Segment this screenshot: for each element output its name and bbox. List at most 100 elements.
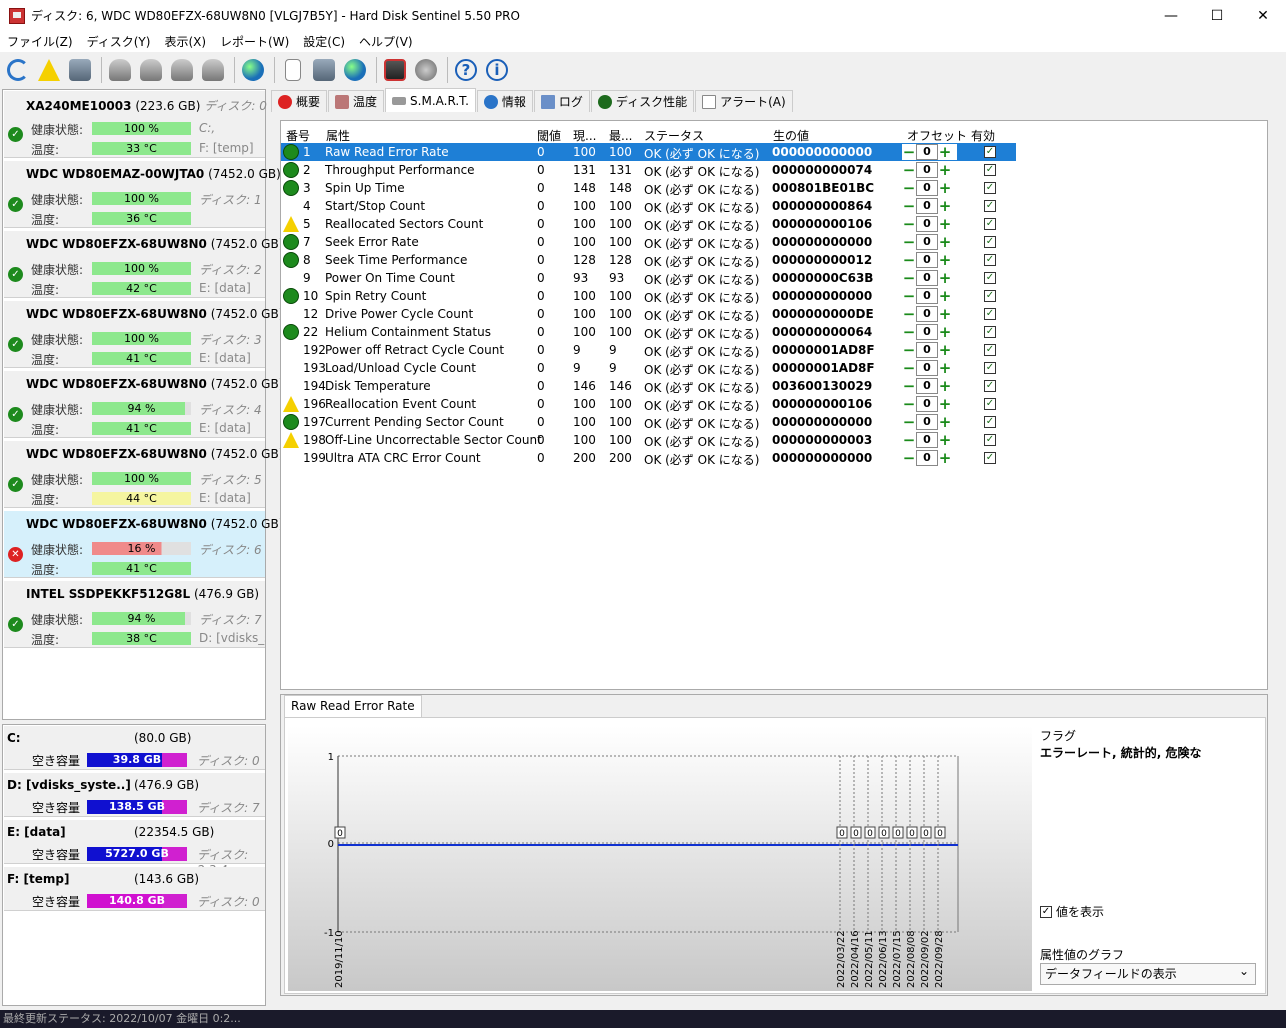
- enabled-checkbox[interactable]: ✓: [984, 308, 996, 320]
- disk-info-button[interactable]: [66, 56, 94, 84]
- offset-plus-button[interactable]: +: [938, 432, 952, 448]
- help-button[interactable]: ?: [452, 56, 480, 84]
- offset-value[interactable]: 0: [916, 180, 938, 196]
- enabled-checkbox[interactable]: ✓: [984, 452, 996, 464]
- enabled-checkbox[interactable]: ✓: [984, 164, 996, 176]
- offset-value[interactable]: 0: [916, 234, 938, 250]
- drive-button-4[interactable]: [199, 56, 227, 84]
- offset-value[interactable]: 0: [916, 450, 938, 466]
- tab-performance[interactable]: ディスク性能: [590, 90, 695, 112]
- disk-card[interactable]: WDC WD80EFZX-68UW8N0 (7452.0 GB) ✓ 健康状態: 1…: [4, 441, 283, 508]
- offset-minus-button[interactable]: −: [902, 396, 916, 412]
- drive-button-2[interactable]: [137, 56, 165, 84]
- offset-plus-button[interactable]: +: [938, 252, 952, 268]
- offset-value[interactable]: 0: [916, 360, 938, 376]
- smart-row[interactable]: 7 Seek Error Rate 0 100 100 OK (必ず OK になる) 000…: [281, 233, 1016, 251]
- smart-row[interactable]: 22 Helium Containment Status 0 100 100 OK (必ず…: [281, 323, 1016, 341]
- enabled-checkbox[interactable]: ✓: [984, 200, 996, 212]
- offset-minus-button[interactable]: −: [902, 324, 916, 340]
- offset-value[interactable]: 0: [916, 270, 938, 286]
- offset-plus-button[interactable]: +: [938, 306, 952, 322]
- col-enabled[interactable]: 有効: [971, 127, 995, 144]
- offset-minus-button[interactable]: −: [902, 432, 916, 448]
- enabled-checkbox[interactable]: ✓: [984, 272, 996, 284]
- enabled-checkbox[interactable]: ✓: [984, 362, 996, 374]
- enabled-checkbox[interactable]: ✓: [984, 254, 996, 266]
- smart-row[interactable]: 5 Reallocated Sectors Count 0 100 100 OK (必ず …: [281, 215, 1016, 233]
- col-attr[interactable]: 属性: [326, 127, 350, 144]
- globe-button[interactable]: [239, 56, 267, 84]
- offset-minus-button[interactable]: −: [902, 414, 916, 430]
- offset-value[interactable]: 0: [916, 198, 938, 214]
- partition-card[interactable]: C: (80.0 GB) 空き容量 39.8 GB ディスク: 0: [4, 726, 265, 770]
- offset-minus-button[interactable]: −: [902, 144, 916, 160]
- sync-button[interactable]: [310, 56, 338, 84]
- disk-card[interactable]: WDC WD80EFZX-68UW8N0 (7452.0 GB) ✓ 健康状態: 1…: [4, 231, 283, 298]
- offset-plus-button[interactable]: +: [938, 270, 952, 286]
- smart-row[interactable]: 9 Power On Time Count 0 93 93 OK (必ず OK になる) 0…: [281, 269, 1016, 287]
- offset-value[interactable]: 0: [916, 414, 938, 430]
- drive-button-1[interactable]: [106, 56, 134, 84]
- close-button[interactable]: ✕: [1240, 0, 1286, 31]
- col-threshold[interactable]: 閾値: [537, 127, 561, 144]
- smart-row[interactable]: 3 Spin Up Time 0 148 148 OK (必ず OK になる) 000801…: [281, 179, 1016, 197]
- offset-value[interactable]: 0: [916, 378, 938, 394]
- offset-plus-button[interactable]: +: [938, 360, 952, 376]
- offset-plus-button[interactable]: +: [938, 324, 952, 340]
- document-button[interactable]: [279, 56, 307, 84]
- smart-row[interactable]: 196 Reallocation Event Count 0 100 100 OK (必ず…: [281, 395, 1016, 413]
- tab-alert[interactable]: アラート(A): [695, 90, 793, 112]
- maximize-button[interactable]: ☐: [1194, 0, 1240, 31]
- enabled-checkbox[interactable]: ✓: [984, 182, 996, 194]
- graph-type-select[interactable]: データフィールドの表示: [1040, 961, 1256, 985]
- disk-card[interactable]: XA240ME10003 (223.6 GB) ディスク: 0 ✓ 健康状態: 100…: [4, 91, 267, 158]
- tab-info[interactable]: 情報: [476, 90, 533, 112]
- smart-row[interactable]: 8 Seek Time Performance 0 128 128 OK (必ず OK に…: [281, 251, 1016, 269]
- alert-button[interactable]: [35, 56, 63, 84]
- smart-row[interactable]: 12 Drive Power Cycle Count 0 100 100 OK (必ず O…: [281, 305, 1016, 323]
- offset-minus-button[interactable]: −: [902, 450, 916, 466]
- drive-button-3[interactable]: [168, 56, 196, 84]
- disk-card[interactable]: WDC WD80EFZX-68UW8N0 (7452.0 GB) ✕ 健康状態: 1…: [4, 511, 283, 578]
- smart-row[interactable]: 194 Disk Temperature 0 146 146 OK (必ず OK になる)…: [281, 377, 1016, 395]
- smart-row[interactable]: 193 Load/Unload Cycle Count 0 9 9 OK (必ず OK に…: [281, 359, 1016, 377]
- offset-plus-button[interactable]: +: [938, 342, 952, 358]
- col-offset[interactable]: オフセット: [907, 127, 967, 144]
- menu-help[interactable]: ヘルプ(V): [352, 33, 420, 50]
- smart-row[interactable]: 192 Power off Retract Cycle Count 0 9 9 OK (必…: [281, 341, 1016, 359]
- smart-row[interactable]: 199 Ultra ATA CRC Error Count 0 200 200 OK (必…: [281, 449, 1016, 467]
- offset-value[interactable]: 0: [916, 432, 938, 448]
- enabled-checkbox[interactable]: ✓: [984, 398, 996, 410]
- offset-plus-button[interactable]: +: [938, 198, 952, 214]
- refresh-button[interactable]: [4, 56, 32, 84]
- offset-minus-button[interactable]: −: [902, 198, 916, 214]
- show-values-checkbox[interactable]: ✓ 値を表示: [1040, 903, 1104, 920]
- offset-plus-button[interactable]: +: [938, 288, 952, 304]
- info-button[interactable]: i: [483, 56, 511, 84]
- offset-plus-button[interactable]: +: [938, 450, 952, 466]
- offset-value[interactable]: 0: [916, 306, 938, 322]
- offset-plus-button[interactable]: +: [938, 378, 952, 394]
- tab-overview[interactable]: 概要: [271, 90, 328, 112]
- offset-minus-button[interactable]: −: [902, 288, 916, 304]
- disk-card[interactable]: WDC WD80EFZX-68UW8N0 (7452.0 GB) ✓ 健康状態: 9…: [4, 371, 283, 438]
- enabled-checkbox[interactable]: ✓: [984, 236, 996, 248]
- smart-row[interactable]: 10 Spin Retry Count 0 100 100 OK (必ず OK になる) 0…: [281, 287, 1016, 305]
- offset-minus-button[interactable]: −: [902, 360, 916, 376]
- col-id[interactable]: 番号: [286, 127, 310, 144]
- offset-value[interactable]: 0: [916, 396, 938, 412]
- offset-plus-button[interactable]: +: [938, 180, 952, 196]
- offset-value[interactable]: 0: [916, 144, 938, 160]
- col-raw[interactable]: 生の値: [773, 127, 809, 144]
- partition-card[interactable]: E: [data] (22354.5 GB) 空き容量 5727.0 GB ディスク: …: [4, 820, 265, 877]
- offset-value[interactable]: 0: [916, 162, 938, 178]
- menu-report[interactable]: レポート(W): [213, 33, 296, 50]
- enabled-checkbox[interactable]: ✓: [984, 416, 996, 428]
- menu-view[interactable]: 表示(X): [157, 33, 213, 50]
- col-worst[interactable]: 最...: [609, 127, 632, 144]
- col-status[interactable]: ステータス: [644, 127, 704, 144]
- offset-plus-button[interactable]: +: [938, 162, 952, 178]
- offset-value[interactable]: 0: [916, 252, 938, 268]
- offset-minus-button[interactable]: −: [902, 270, 916, 286]
- enabled-checkbox[interactable]: ✓: [984, 218, 996, 230]
